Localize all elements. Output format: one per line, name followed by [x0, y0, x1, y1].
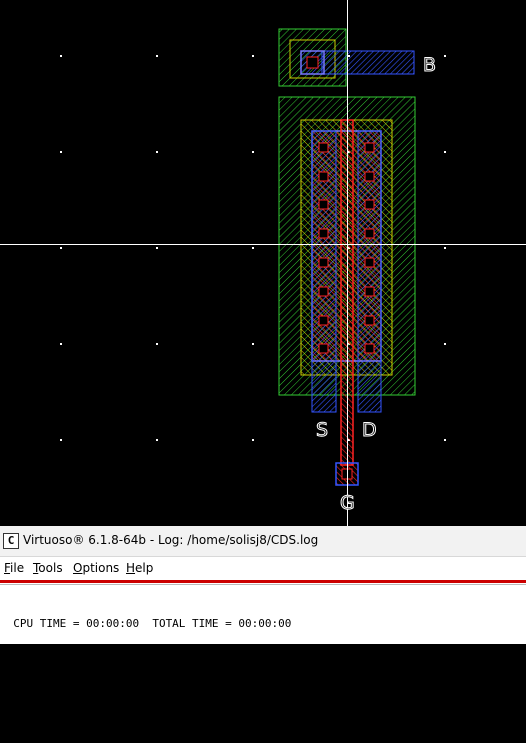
pin-label-bulk: B — [423, 54, 436, 76]
log-output[interactable]: CPU TIME = 00:00:00 TOTAL TIME = 00:00:0… — [0, 589, 526, 743]
bulk-contact — [306, 56, 319, 69]
log-line: Total errors found: 0 — [0, 701, 159, 714]
layout-canvas[interactable]: B S D G — [0, 0, 526, 526]
accent-divider — [0, 580, 526, 583]
window-titlebar[interactable]: C Virtuoso® 6.1.8-64b - Log: /home/solis… — [0, 526, 526, 557]
menu-options[interactable]: Options — [73, 561, 119, 575]
grid-dots — [0, 0, 526, 526]
menu-help-key: H — [126, 561, 136, 575]
cadence-c-icon: C — [3, 533, 19, 549]
log-window: C Virtuoso® 6.1.8-64b - Log: /home/solis… — [0, 526, 526, 714]
window-title: Virtuoso® 6.1.8-64b - Log: /home/solisj8… — [23, 533, 319, 547]
pin-label-drain: D — [362, 419, 377, 441]
log-line: ********* Summary of rule violations for… — [0, 659, 504, 672]
menu-help[interactable]: Help — [126, 561, 153, 575]
pin-label-gate: G — [340, 492, 355, 514]
menu-help-rest: elp — [135, 561, 154, 575]
pin-label-source: S — [316, 419, 328, 441]
menu-tools-rest: ools — [38, 561, 63, 575]
menu-tools[interactable]: Tools — [33, 561, 63, 575]
log-line: CPU TIME = 00:00:00 TOTAL TIME = 00:00:0… — [0, 617, 292, 630]
bulk-metal1 — [321, 50, 415, 75]
divider — [0, 584, 526, 585]
menu-file[interactable]: File — [4, 561, 24, 575]
menu-options-rest: ptions — [82, 561, 120, 575]
menubar: File Tools Options Help — [0, 557, 526, 579]
menu-file-rest: ile — [10, 561, 25, 575]
